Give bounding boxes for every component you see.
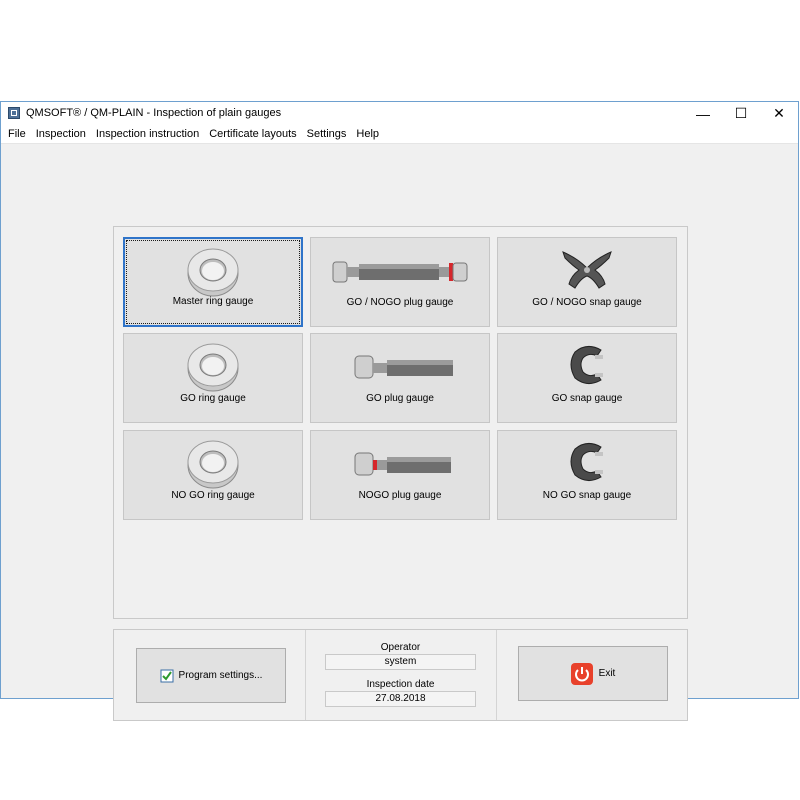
maximize-button[interactable]: ☐: [721, 102, 761, 125]
program-settings-button[interactable]: Program settings...: [136, 648, 286, 703]
inspection-date-field[interactable]: 27.08.2018: [325, 691, 476, 707]
menu-settings[interactable]: Settings: [302, 125, 352, 143]
inspection-date-label: Inspection date: [366, 679, 435, 690]
tile-label: GO ring gauge: [180, 393, 246, 404]
menu-file[interactable]: File: [3, 125, 31, 143]
go-plug-gauge-button[interactable]: GO plug gauge: [310, 333, 490, 423]
tile-label: GO snap gauge: [551, 393, 623, 404]
tile-label: Master ring gauge: [172, 296, 254, 307]
menu-certificate-layouts[interactable]: Certificate layouts: [204, 125, 301, 143]
snap-gauge-icon: [498, 435, 676, 491]
close-button[interactable]: ✕: [759, 102, 799, 125]
tile-label: GO / NOGO plug gauge: [346, 297, 454, 308]
snap-gauge-icon: [498, 338, 676, 394]
menu-help[interactable]: Help: [351, 125, 384, 143]
ring-gauge-icon: [124, 338, 302, 394]
nogo-snap-gauge-button[interactable]: NO GO snap gauge: [497, 430, 677, 520]
tile-label: GO plug gauge: [366, 393, 434, 404]
menu-inspection[interactable]: Inspection: [31, 125, 91, 143]
tile-label: NOGO plug gauge: [358, 490, 442, 501]
power-icon: [570, 662, 593, 685]
menu-inspection-instruction[interactable]: Inspection instruction: [91, 125, 204, 143]
master-ring-gauge-button[interactable]: Master ring gauge: [123, 237, 303, 327]
menu-bar: File Inspection Inspection instruction C…: [1, 125, 798, 144]
double-plug-gauge-icon: [311, 242, 489, 298]
window-title: QMSOFT® / QM-PLAIN - Inspection of plain…: [26, 107, 282, 119]
go-snap-gauge-button[interactable]: GO snap gauge: [497, 333, 677, 423]
tile-label: NO GO snap gauge: [542, 490, 632, 501]
ring-gauge-icon: [125, 243, 301, 299]
program-settings-label: Program settings...: [178, 670, 263, 681]
nogo-ring-gauge-button[interactable]: NO GO ring gauge: [123, 430, 303, 520]
divider: [496, 630, 497, 720]
go-ring-gauge-button[interactable]: GO ring gauge: [123, 333, 303, 423]
go-nogo-plug-gauge-button[interactable]: GO / NOGO plug gauge: [310, 237, 490, 327]
app-icon[interactable]: [8, 107, 20, 119]
operator-label: Operator: [380, 642, 421, 653]
plug-gauge-icon: [311, 338, 489, 394]
double-snap-gauge-icon: [498, 242, 676, 298]
tile-label: GO / NOGO snap gauge: [532, 297, 642, 308]
app-window: QMSOFT® / QM-PLAIN - Inspection of plain…: [0, 101, 799, 721]
operator-field[interactable]: system: [325, 654, 476, 670]
tile-label: NO GO ring gauge: [171, 490, 255, 501]
title-bar[interactable]: QMSOFT® / QM-PLAIN - Inspection of plain…: [1, 102, 798, 125]
checklist-icon: [160, 669, 174, 683]
nogo-plug-gauge-button[interactable]: NOGO plug gauge: [310, 430, 490, 520]
bottom-panel: Program settings... Operator system Insp…: [113, 629, 688, 721]
exit-label: Exit: [598, 668, 616, 679]
exit-button[interactable]: Exit: [518, 646, 668, 701]
minimize-button[interactable]: —: [683, 102, 723, 125]
gauge-selection-panel: Master ring gauge GO / NOGO plug gauge G…: [113, 226, 688, 619]
go-nogo-snap-gauge-button[interactable]: GO / NOGO snap gauge: [497, 237, 677, 327]
nogo-plug-gauge-icon: [311, 435, 489, 491]
ring-gauge-icon: [124, 435, 302, 491]
